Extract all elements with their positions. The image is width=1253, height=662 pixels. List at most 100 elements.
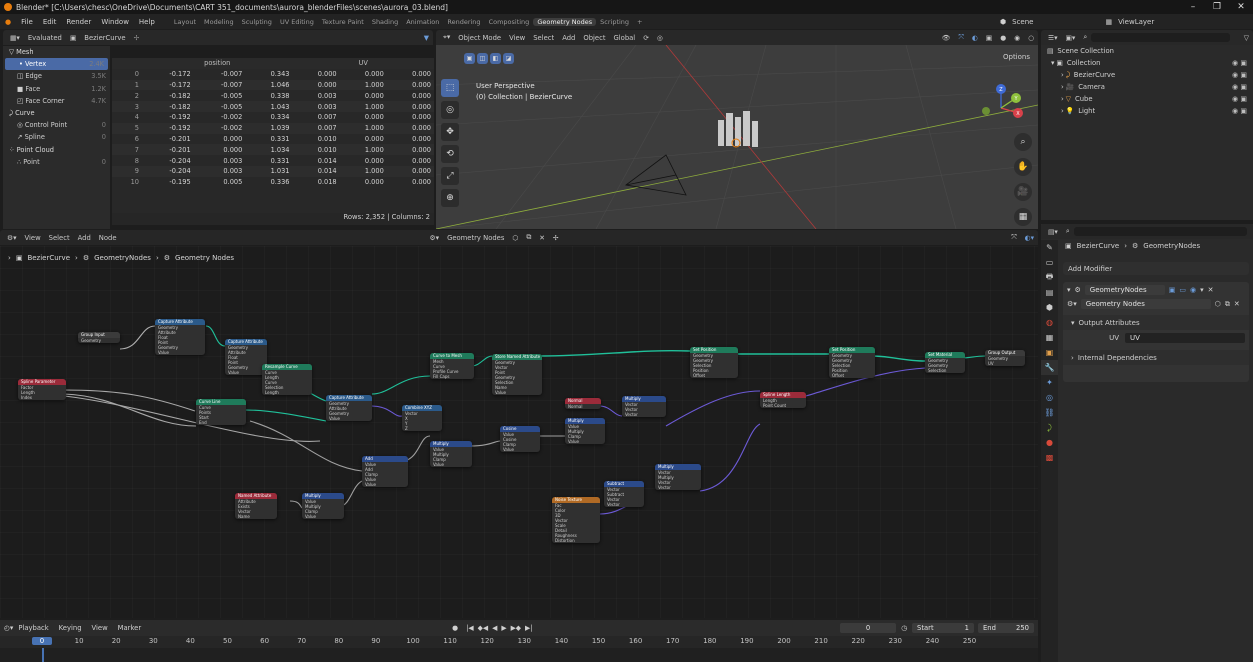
node-socket-row[interactable]: Normal [565, 404, 601, 409]
xray-toggle-icon[interactable]: ▣ [982, 34, 996, 42]
view-menu[interactable]: View [505, 34, 529, 42]
node-group-output[interactable]: Group Output Geometry UV [985, 350, 1025, 366]
visibility-toggle-icon[interactable]: ◉ ▣ [1232, 83, 1247, 91]
node-socket-row[interactable]: Value [430, 462, 472, 467]
pan-hand-icon[interactable]: ✋ [1014, 158, 1032, 176]
timeline-ruler[interactable]: 0 10 20 30 40 50 60 70 80 90 100 110 120 130 140 150 160… [0, 636, 1038, 647]
node-multiply[interactable]: Multiply Value Multiply Clamp Value [302, 493, 344, 519]
select-menu[interactable]: Select [529, 34, 558, 42]
node-spline-length[interactable]: Spline Length Length Point Count [760, 392, 806, 408]
modifier-name-field[interactable]: GeometryNodes [1084, 284, 1165, 295]
maximize-button[interactable]: ❐ [1205, 0, 1229, 14]
proportional-edit-icon[interactable]: ◎ [653, 34, 667, 42]
node-combine-xyz[interactable]: Combine XYZ Vector X Y Z [402, 405, 442, 431]
uv-attribute-input[interactable]: UV [1125, 333, 1245, 343]
outliner-filter-icon[interactable]: ▽ [1240, 34, 1253, 42]
minimize-button[interactable]: – [1181, 0, 1205, 14]
node-select-menu[interactable]: Select [45, 234, 74, 242]
node-capture-attribute[interactable]: Capture Attribute Geometry Attribute Float P… [225, 339, 267, 375]
node-snap-icon[interactable]: ⤧ [1007, 233, 1020, 242]
expand-arrow-icon[interactable]: › [1061, 83, 1064, 91]
node-multiply[interactable]: Multiply Value Multiply Clamp Value [565, 418, 605, 444]
outliner-item-camera[interactable]: › 🎥 Camera ◉ ▣ [1041, 81, 1253, 93]
blender-menu-icon[interactable]: ● [0, 18, 16, 26]
node-socket-row[interactable]: Value [500, 447, 540, 452]
node-overlay-icon[interactable]: ◐▾ [1021, 234, 1038, 242]
timeline-editor-icon[interactable]: ◴▾ [4, 624, 13, 632]
object-tab-icon[interactable]: ▣ [1041, 345, 1058, 360]
node-socket-row[interactable]: Offset [690, 373, 738, 378]
expand-arrow-icon[interactable]: › [1061, 71, 1064, 79]
add-modifier-dropdown[interactable]: Add Modifier [1063, 262, 1249, 275]
edit-mode-toggle-icon[interactable]: ▣ [1169, 286, 1176, 294]
outliner-item-cube[interactable]: › ▽ Cube ◉ ▣ [1041, 93, 1253, 105]
visibility-toggle-icon[interactable]: ◉ ▣ [1232, 95, 1247, 103]
node-multiply[interactable]: Multiply Value Multiply Clamp Value [430, 441, 472, 467]
tab-shading[interactable]: Shading [368, 18, 402, 26]
node-socket-row[interactable]: End [196, 420, 246, 425]
timeline-view-menu[interactable]: View [87, 624, 113, 632]
node-noise-texture[interactable]: Noise Texture Fac Color 3D Vector Scale Detail… [552, 497, 600, 543]
tool-tab-icon[interactable]: ✎ [1041, 240, 1058, 255]
visibility-toggle-icon[interactable]: ◉ ▣ [1232, 71, 1247, 79]
node-socket-row[interactable]: Value [326, 416, 372, 421]
node-socket-row[interactable]: Value [362, 482, 408, 487]
node-set-position[interactable]: Set Position Geometry Geometry Selection Pos… [829, 347, 875, 378]
domain-edge[interactable]: ◫ Edge 3.5K [3, 70, 110, 82]
node-resample-curve[interactable]: Resample Curve Curve Length Curve Selection L… [262, 364, 312, 395]
transform-tool-icon[interactable]: ⊕ [441, 189, 459, 207]
modifier-menu-icon[interactable]: ▾ [1200, 286, 1204, 294]
node-curve-line[interactable]: Curve Line Curve Points Start End [196, 399, 246, 425]
options-dropdown[interactable]: Options [1003, 53, 1030, 61]
timeline-track-area[interactable] [0, 648, 1038, 662]
expand-arrow-icon[interactable]: › [1061, 107, 1064, 115]
close-button[interactable]: ✕ [1229, 0, 1253, 14]
node-add-menu[interactable]: Add [74, 234, 95, 242]
node-socket-row[interactable]: Value [565, 439, 605, 444]
node-socket-row[interactable]: Length [262, 390, 312, 395]
node-tree-unlink-icon[interactable]: ✕ [535, 234, 549, 242]
cursor-tool-icon[interactable]: ◎ [441, 101, 459, 119]
output-tab-icon[interactable]: 🖶 [1041, 270, 1058, 285]
add-menu[interactable]: Add [558, 34, 579, 42]
object-mode-dropdown[interactable]: Object Mode [454, 34, 505, 42]
record-icon[interactable]: ● [446, 624, 464, 632]
node-socket-row[interactable]: Value [225, 370, 267, 375]
node-set-material[interactable]: Set Material Geometry Geometry Selection [925, 352, 965, 373]
node-socket-row[interactable]: Offset [829, 373, 875, 378]
overlay-toggle-icon[interactable]: ◐ [968, 34, 982, 42]
collection-tab-icon[interactable]: ▦ [1041, 330, 1058, 345]
keying-menu[interactable]: Keying [54, 624, 87, 632]
shading-solid-icon[interactable]: ● [996, 34, 1010, 42]
properties-editor-icon[interactable]: ▤▾ [1044, 228, 1062, 236]
tab-compositing[interactable]: Compositing [485, 18, 534, 26]
internal-dependencies-header[interactable]: › Internal Dependencies [1063, 350, 1249, 365]
data-tab-icon[interactable]: ⤸ [1041, 420, 1058, 435]
tab-layout[interactable]: Layout [170, 18, 200, 26]
playback-menu[interactable]: Playback [13, 624, 53, 632]
remove-modifier-icon[interactable]: ✕ [1208, 286, 1214, 294]
move-tool-icon[interactable]: ✥ [441, 123, 459, 141]
end-frame-field[interactable]: End 250 [978, 623, 1034, 633]
render-toggle-icon[interactable]: ◉ [1190, 286, 1196, 294]
editor-type-icon[interactable]: ⌖▾ [439, 33, 454, 42]
visibility-toggle-icon[interactable]: ◉ ▣ [1232, 107, 1247, 115]
pin-icon[interactable]: ✢ [130, 34, 144, 42]
add-workspace-icon[interactable]: + [633, 18, 646, 26]
output-attributes-header[interactable]: ▾ Output Attributes [1063, 315, 1249, 330]
node-socket-row[interactable]: Selection [925, 368, 965, 373]
object-menu[interactable]: Object [579, 34, 609, 42]
rotate-tool-icon[interactable]: ⟲ [441, 145, 459, 163]
node-curve-to-mesh[interactable]: Curve to Mesh Mesh Curve Profile Curve Fill … [430, 353, 474, 379]
gizmo-toggle-icon[interactable]: ⤧ [954, 33, 967, 42]
outliner-item-light[interactable]: › 💡 Light ◉ ▣ [1041, 105, 1253, 117]
node-group-field[interactable]: Geometry Nodes [1080, 299, 1211, 309]
uv-column-header[interactable]: UV [292, 58, 434, 69]
domain-point[interactable]: ∴ Point 0 [3, 156, 110, 168]
node-editor-canvas[interactable]: › ▣ BezierCurve › ⚙ GeometryNodes › ⚙ Ge… [0, 246, 1038, 618]
filter-icon[interactable]: ▼ [420, 34, 433, 42]
menu-edit[interactable]: Edit [38, 18, 62, 26]
ortho-toggle-icon[interactable]: ▦ [1014, 208, 1032, 226]
duplicate-icon[interactable]: ⧉ [1225, 300, 1230, 309]
display-mode-icon[interactable]: ▣▾ [1062, 34, 1080, 42]
